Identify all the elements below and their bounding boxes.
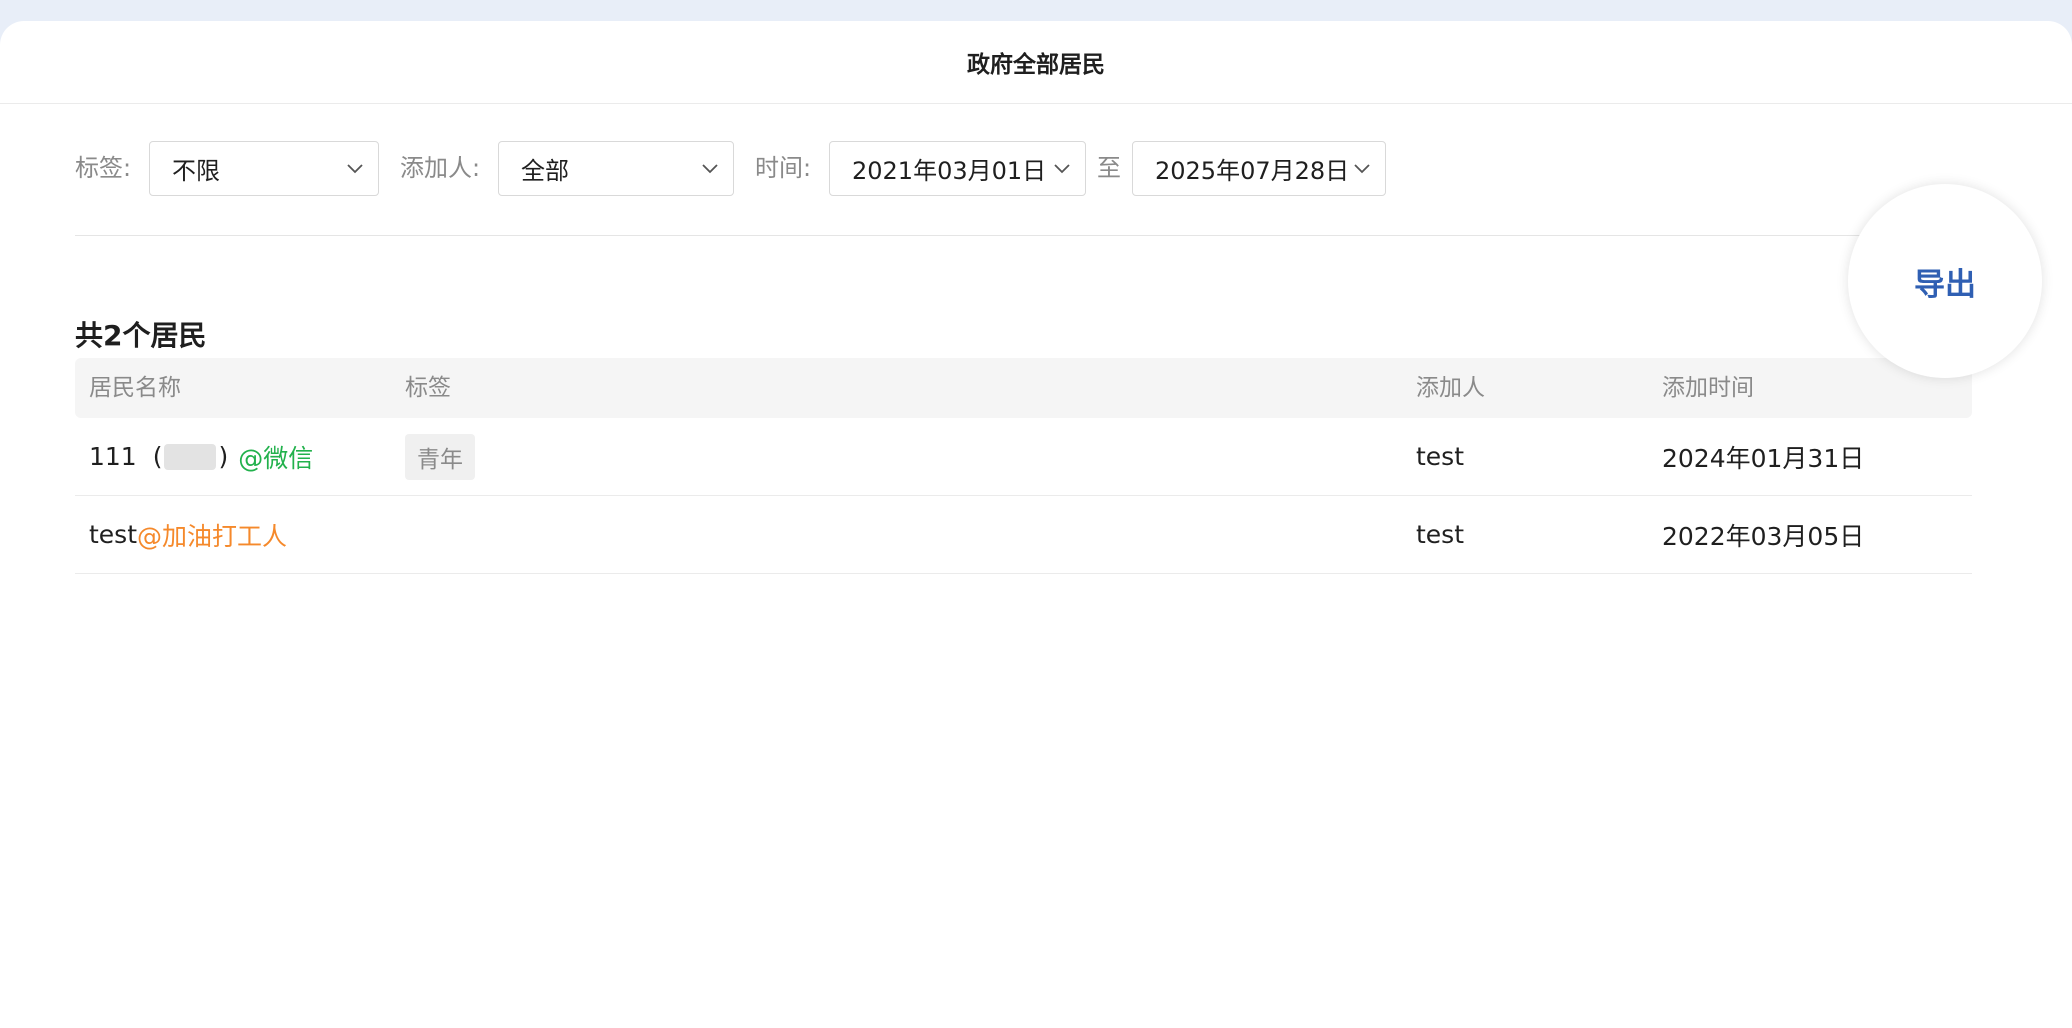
page-title: 政府全部居民 [967, 52, 1105, 78]
chevron-down-icon [1051, 158, 1073, 180]
paren-close: ) [218, 442, 229, 471]
tag-filter-select[interactable]: 不限 [149, 141, 379, 196]
top-band [0, 0, 2072, 21]
table-header: 居民名称 标签 添加人 添加时间 [75, 358, 1972, 418]
panel-header: 政府全部居民 [0, 21, 2072, 104]
filter-divider [75, 235, 1972, 236]
resident-name-cell: test @加油打工人 [89, 496, 287, 573]
paren-open: ( [152, 442, 163, 471]
tag-filter-value: 不限 [172, 157, 220, 185]
masked-text [164, 443, 217, 470]
tags-cell: 青年 [405, 418, 475, 495]
end-date-select[interactable]: 2025年07月28日 [1132, 141, 1386, 196]
time-cell: 2024年01月31日 [1662, 443, 1865, 473]
column-header-tags: 标签 [405, 375, 451, 401]
column-header-adder: 添加人 [1416, 375, 1485, 401]
chevron-down-icon [699, 158, 721, 180]
chevron-down-icon [344, 158, 366, 180]
residents-panel: 政府全部居民 标签: 不限 添加人: 全部 时间: 2021年03月01日 至 … [0, 21, 2072, 1028]
tag-badge: 青年 [405, 433, 475, 480]
chevron-down-icon [1351, 158, 1373, 180]
adder-filter-select[interactable]: 全部 [498, 141, 734, 196]
tag-filter-label: 标签: [75, 154, 132, 182]
export-label: 导出 [1914, 266, 1976, 303]
column-header-name: 居民名称 [89, 375, 181, 401]
end-date-value: 2025年07月28日 [1155, 157, 1350, 185]
resident-name-cell: 111 ( ) @微信 [89, 418, 313, 495]
residents-table: 居民名称 标签 添加人 添加时间 111 ( ) @微信 青年 test 202… [75, 358, 1972, 574]
adder-cell: test [1416, 520, 1465, 549]
resident-source: @微信 [238, 443, 314, 473]
start-date-value: 2021年03月01日 [852, 157, 1047, 185]
table-row[interactable]: test @加油打工人 test 2022年03月05日 [75, 496, 1972, 574]
column-header-time: 添加时间 [1662, 375, 1754, 401]
table-row[interactable]: 111 ( ) @微信 青年 test 2024年01月31日 [75, 418, 1972, 496]
resident-count: 共2个居民 [75, 319, 207, 352]
adder-filter-label: 添加人: [400, 154, 481, 182]
export-button[interactable]: 导出 [1848, 184, 2042, 378]
adder-filter-value: 全部 [521, 157, 569, 185]
time-cell: 2022年03月05日 [1662, 521, 1865, 551]
adder-cell: test [1416, 442, 1465, 471]
date-range-separator: 至 [1097, 154, 1121, 182]
resident-name: test [89, 520, 138, 549]
time-filter-label: 时间: [755, 154, 812, 182]
start-date-select[interactable]: 2021年03月01日 [829, 141, 1086, 196]
resident-source: @加油打工人 [137, 521, 288, 551]
resident-name: 111 [89, 442, 137, 471]
